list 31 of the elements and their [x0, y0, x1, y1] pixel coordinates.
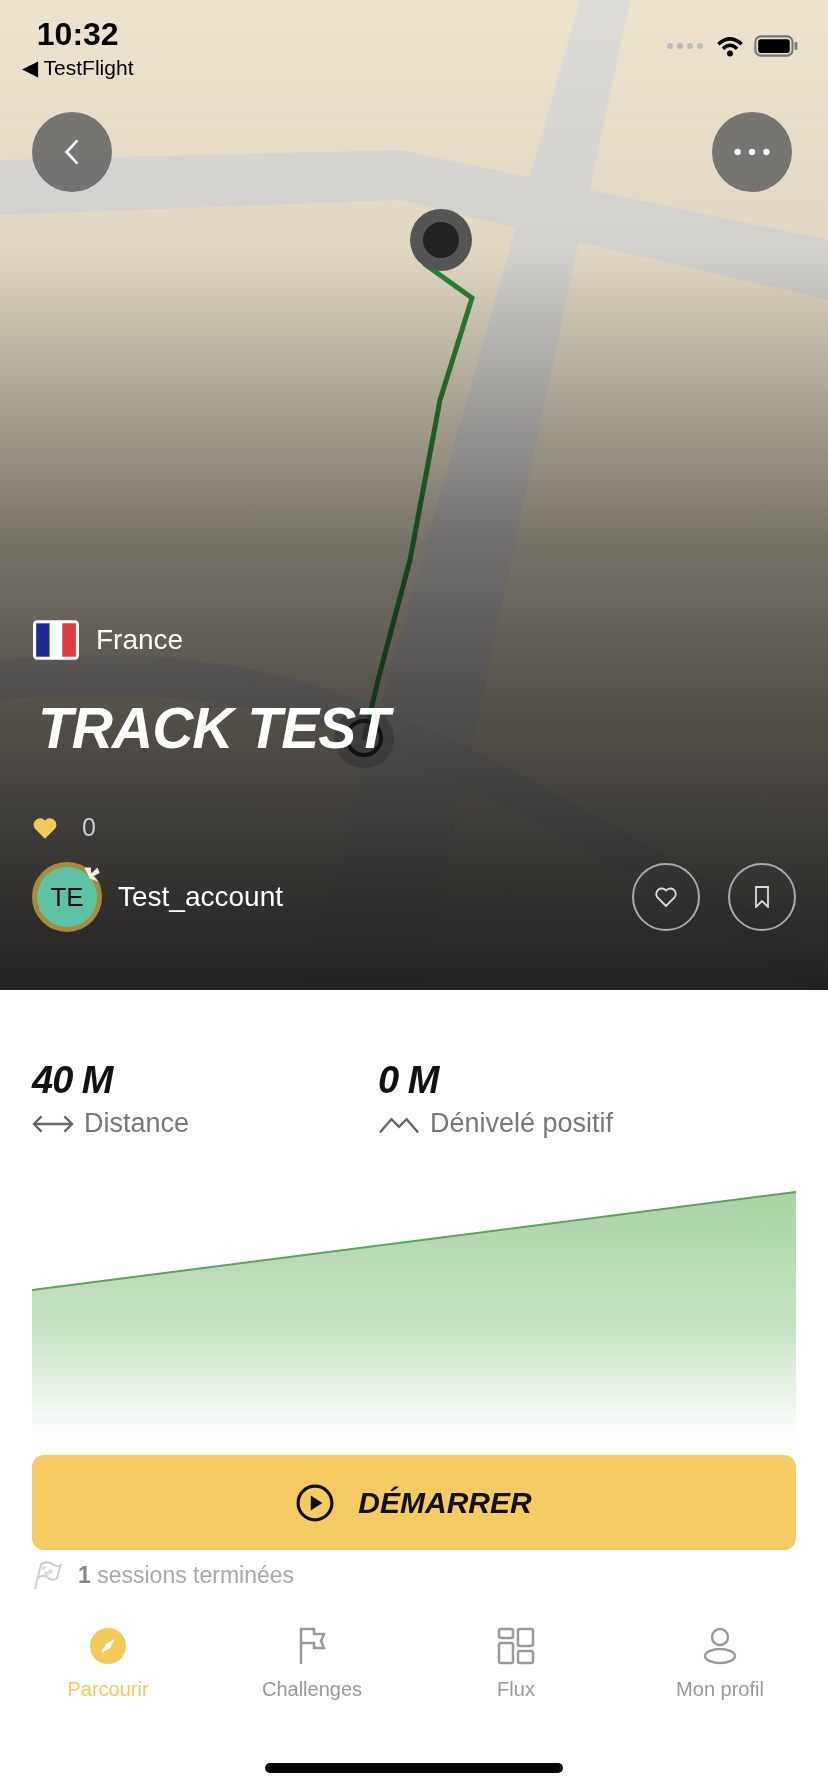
tab-bar-item[interactable]: Challenges	[210, 1626, 414, 1701]
wifi-icon	[716, 35, 744, 57]
more-icon	[734, 148, 770, 156]
avatar-initials: TE	[50, 881, 84, 913]
compass-icon	[88, 1626, 128, 1666]
flag-icon	[32, 619, 80, 661]
heart-outline-icon	[654, 886, 678, 908]
bookmark-button[interactable]	[728, 863, 796, 931]
signal-icon	[666, 42, 706, 50]
author-name: Test_account	[118, 881, 283, 913]
grid-icon	[496, 1626, 536, 1666]
stat-label: Distance	[84, 1108, 190, 1139]
stat-value: 0 M	[378, 1058, 441, 1102]
checkered-flag-icon	[32, 1560, 62, 1590]
heart-icon	[32, 815, 58, 840]
start-button[interactable]: DÉMARRER	[32, 1455, 796, 1550]
sessions-text: 1 sessions terminées	[78, 1561, 295, 1589]
chevron-left-icon	[63, 138, 81, 166]
country-label: France	[96, 624, 184, 656]
like-count: 0	[82, 813, 96, 842]
clock-time: 10:32	[36, 16, 119, 52]
tab-bar-item[interactable]: Parcourir	[6, 1626, 210, 1701]
tab-bar-item[interactable]: Mon profil	[618, 1626, 822, 1701]
play-icon	[296, 1483, 335, 1522]
like-button[interactable]	[632, 863, 700, 931]
track-title: TRACK TEST	[38, 695, 796, 761]
battery-icon	[754, 35, 798, 57]
stat-value: 40 M	[32, 1058, 115, 1102]
stat-label: Dénivelé positif	[430, 1108, 614, 1139]
back-to-app-link[interactable]: ◀ TestFlight	[22, 56, 134, 80]
tab-bar-item[interactable]: Flux	[414, 1626, 618, 1701]
